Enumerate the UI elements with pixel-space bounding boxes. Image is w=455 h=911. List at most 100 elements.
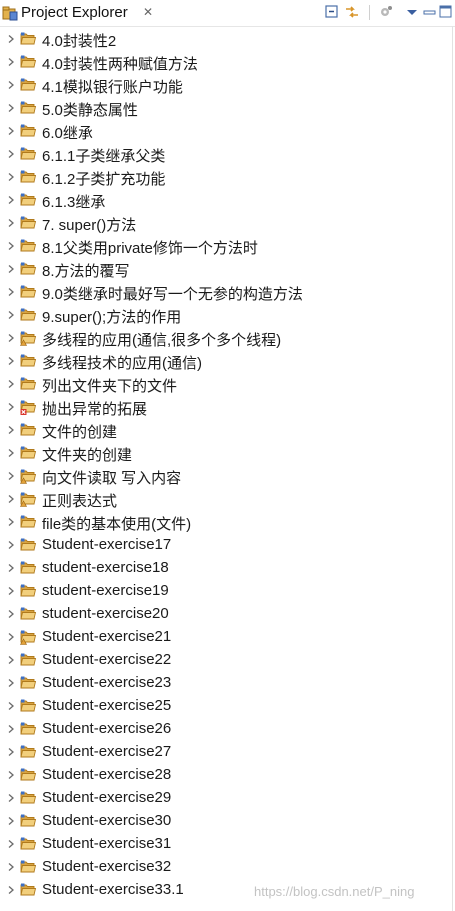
chevron-right-icon[interactable] [6,379,16,389]
project-row[interactable]: 抛出异常的拓展 [0,396,452,419]
project-row[interactable]: 向文件读取 写入内容 [0,465,452,488]
java-project-icon [20,814,37,827]
chevron-right-icon[interactable] [6,172,16,182]
project-row[interactable]: Student-exercise27 [0,741,452,764]
project-row[interactable]: Student-exercise31 [0,833,452,856]
chevron-right-icon[interactable] [6,448,16,458]
project-name: Student-exercise17 [42,536,172,553]
project-row[interactable]: Student-exercise22 [0,649,452,672]
chevron-right-icon[interactable] [6,885,16,895]
java-project-icon [20,216,37,229]
chevron-right-icon[interactable] [6,103,16,113]
project-row[interactable]: 5.0类静态属性 [0,97,452,120]
chevron-right-icon[interactable] [6,241,16,251]
project-row[interactable]: 文件的创建 [0,419,452,442]
project-row[interactable]: 8.1父类用private修饰一个方法时 [0,235,452,258]
chevron-right-icon[interactable] [6,701,16,711]
project-row[interactable]: 7. super()方法 [0,212,452,235]
java-project-warning-icon [20,630,37,645]
link-with-editor-icon[interactable] [343,3,361,21]
project-row[interactable]: 6.1.1子类继承父类 [0,143,452,166]
project-row[interactable]: student-exercise18 [0,557,452,580]
chevron-right-icon[interactable] [6,862,16,872]
project-row[interactable]: 9.super();方法的作用 [0,304,452,327]
project-name: 7. super()方法 [42,217,137,234]
project-row[interactable]: Student-exercise26 [0,718,452,741]
project-row[interactable]: 正则表达式 [0,488,452,511]
chevron-right-icon[interactable] [6,793,16,803]
tab-project-explorer[interactable]: Project Explorer ✕ [0,0,158,26]
chevron-right-icon[interactable] [6,310,16,320]
chevron-right-icon[interactable] [6,34,16,44]
chevron-right-icon[interactable] [6,356,16,366]
chevron-right-icon[interactable] [6,149,16,159]
chevron-right-icon[interactable] [6,747,16,757]
project-row[interactable]: 列出文件夹下的文件 [0,373,452,396]
chevron-right-icon[interactable] [6,517,16,527]
project-name: Student-exercise32 [42,858,172,875]
project-row[interactable]: 6.1.2子类扩充功能 [0,166,452,189]
chevron-right-icon[interactable] [6,264,16,274]
chevron-right-icon[interactable] [6,402,16,412]
chevron-right-icon[interactable] [6,678,16,688]
chevron-right-icon[interactable] [6,80,16,90]
project-row[interactable]: 文件夹的创建 [0,442,452,465]
watermark: https://blog.csdn.net/P_ning [254,884,415,899]
chevron-right-icon[interactable] [6,563,16,573]
toolbar-separator [369,5,370,20]
project-row[interactable]: file类的基本使用(文件) [0,511,452,534]
chevron-right-icon[interactable] [6,632,16,642]
chevron-right-icon[interactable] [6,494,16,504]
chevron-right-icon[interactable] [6,839,16,849]
project-name: 9.super();方法的作用 [42,309,182,326]
chevron-right-icon[interactable] [6,333,16,343]
java-project-icon [20,193,37,206]
java-project-icon [20,699,37,712]
java-project-icon [20,883,37,896]
project-row[interactable]: Student-exercise17 [0,534,452,557]
project-row[interactable]: 多线程技术的应用(通信) [0,350,452,373]
project-row[interactable]: Student-exercise23 [0,672,452,695]
project-name: 8.方法的覆写 [42,263,130,280]
project-name: Student-exercise30 [42,812,172,829]
chevron-right-icon[interactable] [6,655,16,665]
project-row[interactable]: student-exercise20 [0,603,452,626]
chevron-right-icon[interactable] [6,195,16,205]
java-project-warning-icon [20,469,37,484]
project-row[interactable]: Student-exercise21 [0,626,452,649]
project-row[interactable]: 9.0类继承时最好写一个无参的构造方法 [0,281,452,304]
chevron-right-icon[interactable] [6,816,16,826]
close-icon[interactable]: ✕ [143,5,153,19]
project-row[interactable]: 8.方法的覆写 [0,258,452,281]
chevron-right-icon[interactable] [6,218,16,228]
chevron-right-icon[interactable] [6,724,16,734]
project-row[interactable]: 4.1模拟银行账户功能 [0,74,452,97]
project-row[interactable]: 多线程的应用(通信,很多个多个线程) [0,327,452,350]
project-row[interactable]: Student-exercise28 [0,764,452,787]
project-row[interactable]: Student-exercise29 [0,787,452,810]
chevron-right-icon[interactable] [6,609,16,619]
chevron-right-icon[interactable] [6,425,16,435]
chevron-right-icon[interactable] [6,287,16,297]
chevron-right-icon[interactable] [6,770,16,780]
project-row[interactable]: 6.0继承 [0,120,452,143]
collapse-all-icon[interactable] [323,3,341,21]
java-project-icon [20,538,37,551]
filter-icon[interactable] [376,3,394,21]
project-row[interactable]: student-exercise19 [0,580,452,603]
project-row[interactable]: Student-exercise32 [0,856,452,879]
chevron-right-icon[interactable] [6,586,16,596]
view-menu-icon[interactable] [403,3,421,21]
project-row[interactable]: Student-exercise30 [0,810,452,833]
chevron-right-icon[interactable] [6,57,16,67]
project-row[interactable]: Student-exercise25 [0,695,452,718]
project-row[interactable]: 4.0封装性2 [0,28,452,51]
java-project-icon [20,124,37,137]
chevron-right-icon[interactable] [6,471,16,481]
chevron-right-icon[interactable] [6,126,16,136]
chevron-right-icon[interactable] [6,540,16,550]
project-name: 正则表达式 [42,493,118,510]
project-row[interactable]: 6.1.3继承 [0,189,452,212]
maximize-icon[interactable] [437,3,455,21]
project-row[interactable]: 4.0封装性两种赋值方法 [0,51,452,74]
